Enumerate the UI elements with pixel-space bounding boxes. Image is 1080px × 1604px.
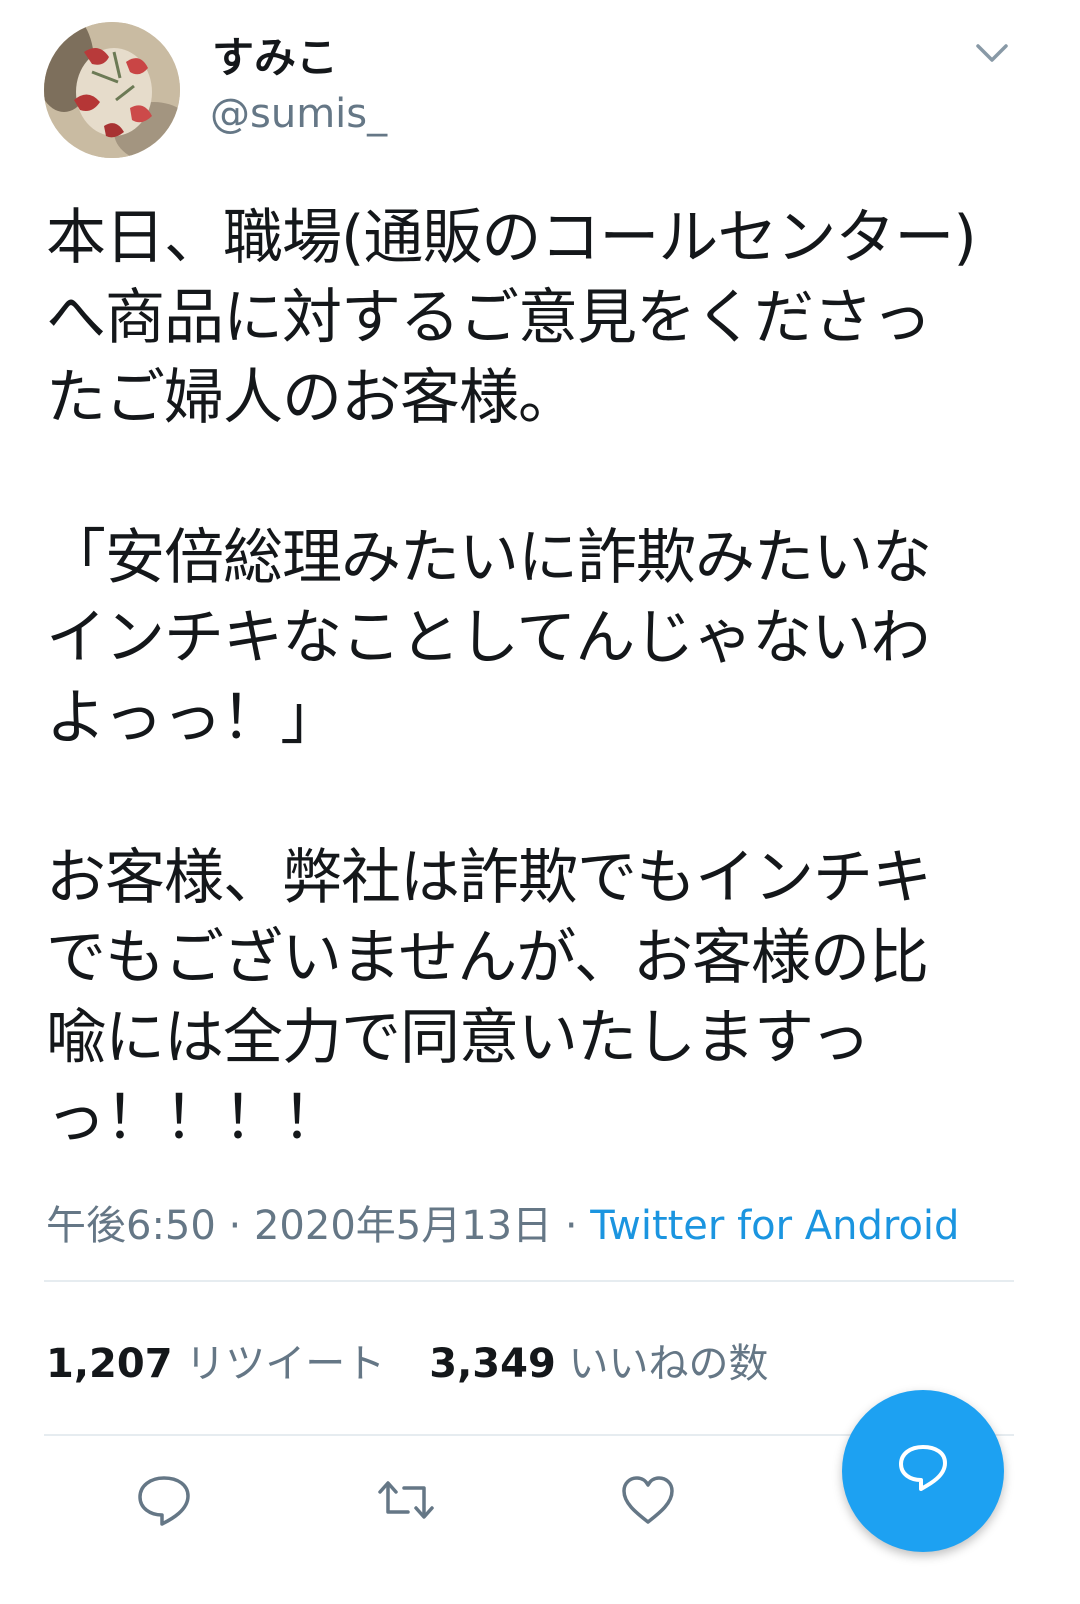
likes-label: いいねの数 xyxy=(568,1341,769,1387)
likes-stat[interactable]: 3,349 いいねの数 xyxy=(429,1336,768,1392)
retweets-stat[interactable]: 1,207 リツイート xyxy=(46,1336,385,1392)
likes-count: 3,349 xyxy=(429,1341,556,1387)
tweet-paragraph: 「安倍総理みたいに詐欺みたいな インチキなことしてんじゃないわ よっっ！」 xyxy=(46,523,932,753)
tweet-date: 2020年5月13日 xyxy=(253,1203,553,1249)
chevron-down-icon[interactable] xyxy=(966,34,1018,74)
heart-icon[interactable] xyxy=(616,1468,680,1532)
meta-separator: · xyxy=(552,1203,591,1249)
retweet-icon[interactable] xyxy=(374,1468,438,1532)
tweet-stats: 1,207 リツイート 3,349 いいねの数 xyxy=(46,1336,769,1392)
avatar[interactable] xyxy=(44,22,180,158)
reply-icon[interactable] xyxy=(132,1468,196,1532)
tweet-paragraph: 本日、職場(通販のコールセンター) へ商品に対するご意見をくださっ たご婦人のお… xyxy=(46,203,977,433)
user-handle[interactable]: @sumis_ xyxy=(210,88,387,140)
avatar-image xyxy=(44,22,180,158)
divider xyxy=(44,1280,1014,1282)
retweets-label: リツイート xyxy=(185,1341,386,1387)
compose-reply-icon xyxy=(899,1445,947,1491)
tweet-source-link[interactable]: Twitter for Android xyxy=(590,1203,959,1249)
display-name[interactable]: すみこ xyxy=(212,30,338,86)
tweet-text: 本日、職場(通販のコールセンター) へ商品に対するご意見をくださっ たご婦人のお… xyxy=(46,198,1036,1158)
meta-separator: · xyxy=(215,1203,254,1249)
compose-reply-button[interactable] xyxy=(842,1390,1004,1552)
tweet-meta: 午後6:50 · 2020年5月13日 · Twitter for Androi… xyxy=(46,1198,959,1254)
tweet-paragraph: お客様、弊社は詐欺でもインチキ でもございませんが、お客様の比 喩には全力で同意… xyxy=(46,843,932,1153)
tweet-time: 午後6:50 xyxy=(46,1203,216,1249)
retweets-count: 1,207 xyxy=(46,1341,173,1387)
